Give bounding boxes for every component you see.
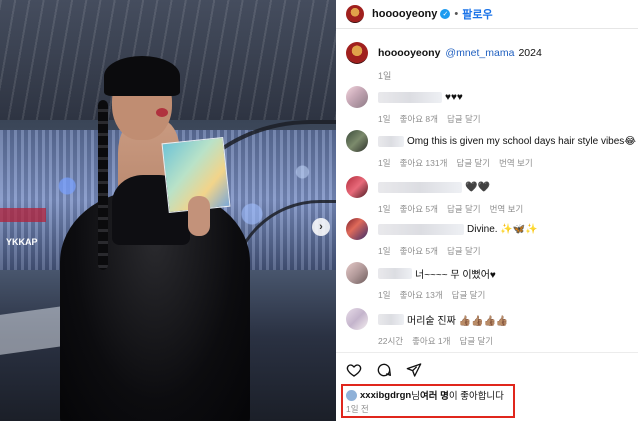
caption-username[interactable]: hooooyeony [378, 47, 440, 59]
post-photo[interactable]: YKKAP › [0, 0, 336, 421]
comment-likes[interactable]: 좋아요 1개 [412, 335, 450, 347]
header-username[interactable]: hooooyeony [372, 8, 437, 20]
chevron-right-icon[interactable]: › [312, 218, 330, 236]
caption-avatar[interactable] [346, 42, 368, 64]
post-time[interactable]: 1일 전 [346, 403, 369, 415]
comment-item: Divine. ✨🦋✨ 1일 좋아요 5개 답글 달기 [346, 218, 636, 257]
caption-time[interactable]: 1일 [378, 69, 636, 82]
comment-text: 머리숱 진짜 👍🏽👍🏽👍🏽👍🏽 [407, 315, 509, 327]
commenter-avatar[interactable] [346, 176, 368, 198]
reply-button[interactable]: 답글 달기 [447, 113, 481, 125]
comment-item: 머리숱 진짜 👍🏽👍🏽👍🏽👍🏽 22시간 좋아요 1개 답글 달기 [346, 308, 636, 347]
comment-text: Divine. ✨🦋✨ [467, 223, 538, 235]
comment-time[interactable]: 1일 [378, 289, 391, 301]
comment-likes[interactable]: 좋아요 5개 [400, 203, 438, 215]
comment-meta: 1일 좋아요 5개 답글 달기 번역 보기 [378, 203, 636, 215]
likes-summary[interactable]: xxxibgdrgn 님 여러 명 이 좋아합니다 [346, 388, 504, 402]
comment-likes[interactable]: 좋아요 5개 [400, 245, 438, 257]
reply-button[interactable]: 답글 달기 [456, 157, 490, 169]
banner-sign [0, 208, 46, 222]
caption-text: 2024 [518, 47, 542, 59]
comment-item: Omg this is given my school days hair st… [346, 130, 636, 169]
arena-sign-text: YKKAP [6, 237, 38, 247]
likes-end: 이 좋아합니다 [448, 391, 504, 402]
comment-text: 너~~~~ 무 이뻤어♥ [415, 269, 496, 281]
avatar[interactable] [346, 5, 364, 23]
comment-time[interactable]: 1일 [378, 245, 391, 257]
hand [188, 196, 210, 236]
comment-text: Omg this is given my school days hair st… [407, 135, 636, 147]
likes-middle: 님 [411, 391, 420, 402]
post-caption: hooooyeony @mnet_mama 2024 1일 [346, 42, 636, 82]
hair-braid [98, 100, 108, 270]
translate-button[interactable]: 번역 보기 [499, 157, 533, 169]
commenter-username-blurred[interactable] [378, 135, 404, 147]
comment-likes[interactable]: 좋아요 8개 [400, 113, 438, 125]
comment-text: 🖤🖤 [465, 181, 490, 193]
commenter-avatar[interactable] [346, 218, 368, 240]
reply-button[interactable]: 답글 달기 [459, 335, 493, 347]
commenter-username-blurred[interactable] [378, 181, 462, 193]
comment-meta: 1일 좋아요 131개 답글 달기 번역 보기 [378, 157, 636, 169]
commenter-avatar[interactable] [346, 130, 368, 152]
commenter-username-blurred[interactable] [378, 267, 412, 279]
likes-count-text[interactable]: 여러 명 [420, 388, 449, 402]
commenter-avatar[interactable] [346, 262, 368, 284]
post-header: hooooyeony ✓ • 팔로우 [336, 0, 638, 29]
header-separator: • [454, 8, 459, 20]
comment-item: 너~~~~ 무 이뻤어♥ 1일 좋아요 13개 답글 달기 [346, 262, 636, 301]
comment-time[interactable]: 1일 [378, 157, 391, 169]
comment-item: 🖤🖤 1일 좋아요 5개 답글 달기 번역 보기 [346, 176, 636, 215]
comment-meta: 22시간 좋아요 1개 답글 달기 [378, 335, 636, 347]
translate-button[interactable]: 번역 보기 [490, 203, 524, 215]
verified-badge-icon: ✓ [440, 9, 451, 19]
caption-mention[interactable]: @mnet_mama [445, 47, 514, 59]
comment-time[interactable]: 1일 [378, 113, 391, 125]
comment-meta: 1일 좋아요 8개 답글 달기 [378, 113, 636, 125]
comment-item: ♥♥♥ 1일 좋아요 8개 답글 달기 [346, 86, 636, 125]
hair-bangs [104, 56, 180, 96]
lips [156, 108, 168, 117]
reply-button[interactable]: 답글 달기 [447, 203, 481, 215]
reply-button[interactable]: 답글 달기 [452, 289, 486, 301]
commenter-username-blurred[interactable] [378, 91, 442, 103]
comment-likes[interactable]: 좋아요 13개 [400, 289, 443, 301]
reply-button[interactable]: 답글 달기 [447, 245, 481, 257]
comment-text: ♥♥♥ [445, 91, 463, 103]
comment-meta: 1일 좋아요 5개 답글 달기 [378, 245, 636, 257]
comment-meta: 1일 좋아요 13개 답글 달기 [378, 289, 636, 301]
commenter-username-blurred[interactable] [378, 313, 404, 325]
liker-username[interactable]: xxxibgdrgn [360, 390, 411, 401]
comment-time[interactable]: 1일 [378, 203, 391, 215]
commenter-avatar[interactable] [346, 308, 368, 330]
liker-avatar [346, 389, 357, 401]
comment-likes[interactable]: 좋아요 131개 [400, 157, 448, 169]
commenter-username-blurred[interactable] [378, 223, 464, 235]
follow-button[interactable]: 팔로우 [462, 6, 492, 22]
comment-time[interactable]: 22시간 [378, 335, 403, 347]
commenter-avatar[interactable] [346, 86, 368, 108]
